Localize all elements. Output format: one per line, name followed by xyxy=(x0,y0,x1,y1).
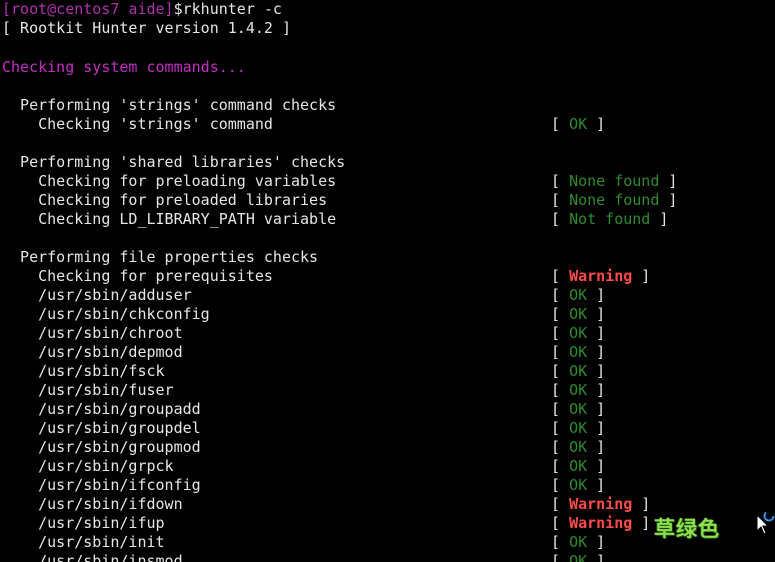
check-label: /usr/sbin/ifup xyxy=(2,514,165,532)
check-row: Checking for preloaded libraries xyxy=(2,191,327,210)
check-row: /usr/sbin/ifup xyxy=(2,514,165,533)
check-status: [ OK ] xyxy=(551,286,606,304)
check-row: /usr/sbin/groupmod xyxy=(2,438,201,457)
check-label: Checking for preloading variables xyxy=(2,172,337,190)
check-label: /usr/sbin/adduser xyxy=(2,286,192,304)
check-status: [ OK ] xyxy=(551,552,605,562)
check-label: /usr/sbin/depmod xyxy=(2,343,183,361)
check-row: /usr/sbin/init xyxy=(2,533,165,552)
check-status: [ OK ] xyxy=(551,305,606,323)
check-group-title: Performing 'shared libraries' checks xyxy=(2,153,346,171)
section-title: Checking system commands... xyxy=(2,58,246,76)
check-row: /usr/sbin/chroot xyxy=(2,324,183,343)
watermark-text: 草绿色 xyxy=(654,517,720,541)
status-result: OK xyxy=(569,457,588,475)
status-result: OK xyxy=(569,286,588,304)
check-row: /usr/sbin/chkconfig xyxy=(2,305,210,324)
check-row: /usr/sbin/grpck xyxy=(2,457,174,476)
status-result: OK xyxy=(569,438,588,456)
check-row: /usr/sbin/fsck xyxy=(2,362,165,381)
check-row: /usr/sbin/fuser xyxy=(2,381,174,400)
check-status: [ OK ] xyxy=(551,381,606,399)
status-result: OK xyxy=(569,362,588,380)
check-row: /usr/sbin/groupdel xyxy=(2,419,201,438)
check-label: /usr/sbin/grpck xyxy=(2,457,174,475)
check-row: /usr/sbin/adduser xyxy=(2,286,192,305)
prompt-user-host: [root@centos7 aide] xyxy=(2,0,174,18)
prompt-symbol: $ xyxy=(173,0,183,18)
status-result: OK xyxy=(569,343,588,361)
check-label: /usr/sbin/groupadd xyxy=(2,400,201,418)
status-result: Not found xyxy=(569,210,651,228)
check-status: [ OK ] xyxy=(551,362,606,380)
check-status: [ OK ] xyxy=(551,324,606,342)
check-row: Checking LD_LIBRARY_PATH variable xyxy=(2,210,336,229)
check-group-title: Performing 'strings' command checks xyxy=(2,96,337,114)
status-result: None found xyxy=(569,172,660,190)
check-label: Checking LD_LIBRARY_PATH variable xyxy=(2,210,337,228)
check-status: [ OK ] xyxy=(551,115,606,133)
check-status: [ Warning ] xyxy=(551,267,651,285)
status-result: Warning xyxy=(569,495,633,513)
check-row: /usr/sbin/groupadd xyxy=(2,400,201,419)
check-status: [ OK ] xyxy=(551,419,606,437)
check-group-title: Performing file properties checks xyxy=(2,248,319,266)
check-status: [ None found ] xyxy=(551,172,678,190)
check-row: /usr/sbin/insmod xyxy=(2,552,183,562)
status-result: OK xyxy=(569,381,588,399)
status-result: OK xyxy=(569,305,588,323)
status-result: OK xyxy=(569,419,588,437)
status-result: OK xyxy=(569,533,588,551)
check-label: Checking 'strings' command xyxy=(2,115,273,133)
check-status: [ OK ] xyxy=(551,476,606,494)
check-label: /usr/sbin/fsck xyxy=(2,362,165,380)
check-label: /usr/sbin/chroot xyxy=(2,324,183,342)
check-row: Checking for prerequisites xyxy=(2,267,273,286)
terminal-window[interactable]: [root@centos7 aide]$rkhunter -c [ Rootki… xyxy=(0,0,775,562)
check-status: [ Not found ] xyxy=(551,210,669,228)
check-label: Checking for preloaded libraries xyxy=(2,191,328,209)
check-status: [ OK ] xyxy=(551,400,606,418)
command-text: rkhunter -c xyxy=(182,0,282,18)
check-status: [ Warning ] xyxy=(551,514,651,532)
check-label: /usr/sbin/fuser xyxy=(2,381,174,399)
status-result: OK xyxy=(569,324,588,342)
check-label: /usr/sbin/init xyxy=(2,533,165,551)
check-row: Checking 'strings' command xyxy=(2,115,273,134)
check-label: /usr/sbin/chkconfig xyxy=(2,305,210,323)
version-banner: [ Rootkit Hunter version 1.4.2 ] xyxy=(2,19,291,37)
check-status: [ Warning ] xyxy=(551,495,651,513)
status-result: OK xyxy=(569,400,588,418)
status-result: OK xyxy=(569,476,588,494)
status-result: OK xyxy=(569,115,588,133)
status-result: OK xyxy=(569,552,588,562)
check-status: [ OK ] xyxy=(551,457,606,475)
check-label: /usr/sbin/ifconfig xyxy=(2,476,201,494)
check-row: /usr/sbin/ifconfig xyxy=(2,476,201,495)
status-result: Warning xyxy=(569,267,633,285)
check-label: /usr/sbin/groupmod xyxy=(2,438,201,456)
check-label: Checking for prerequisites xyxy=(2,267,273,285)
check-status: [ OK ] xyxy=(551,533,606,551)
check-status: [ OK ] xyxy=(551,438,606,456)
check-label: /usr/sbin/insmod xyxy=(2,552,183,562)
loading-spinner-icon xyxy=(763,510,775,522)
check-row: /usr/sbin/ifdown xyxy=(2,495,183,514)
check-label: /usr/sbin/ifdown xyxy=(2,495,183,513)
check-status: [ OK ] xyxy=(551,343,606,361)
check-row: Checking for preloading variables xyxy=(2,172,336,191)
prompt-line: [root@centos7 aide]$rkhunter -c xyxy=(2,0,282,19)
status-result: Warning xyxy=(569,514,633,532)
check-status: [ None found ] xyxy=(551,191,678,209)
check-label: /usr/sbin/groupdel xyxy=(2,419,201,437)
check-row: /usr/sbin/depmod xyxy=(2,343,183,362)
status-result: None found xyxy=(569,191,660,209)
